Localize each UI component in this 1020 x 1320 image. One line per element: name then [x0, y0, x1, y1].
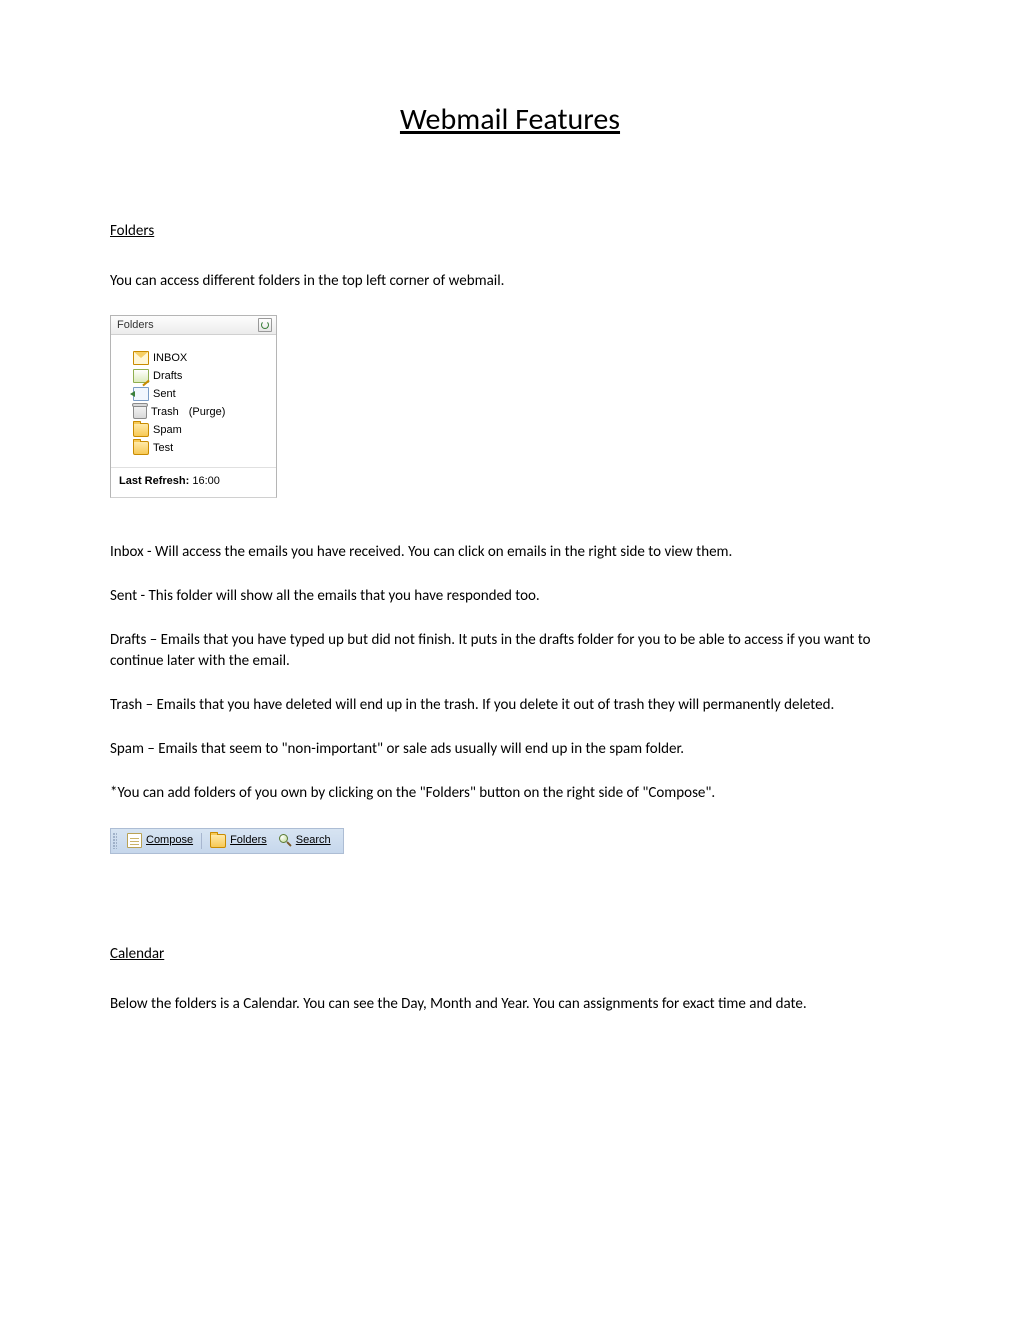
folder-sent[interactable]: Sent: [133, 385, 270, 403]
last-refresh: Last Refresh: 16:00: [111, 467, 276, 497]
drafts-icon: [133, 369, 149, 383]
toolbar-separator: [201, 833, 202, 849]
folders-panel: Folders INBOX Drafts Sent Trash (Purge): [110, 315, 277, 498]
folder-label: Test: [153, 439, 173, 457]
folder-icon: [133, 423, 149, 437]
folder-drafts[interactable]: Drafts: [133, 367, 270, 385]
folders-label: Folders: [230, 833, 267, 848]
folder-icon: [133, 441, 149, 455]
search-icon: [279, 834, 292, 847]
calendar-body: Below the folders is a Calendar. You can…: [110, 994, 910, 1014]
desc-trash: Trash – Emails that you have deleted wil…: [110, 695, 910, 715]
trash-purge-link[interactable]: (Purge): [189, 403, 226, 421]
folder-label: Sent: [153, 385, 176, 403]
desc-sent: Sent - This folder will show all the ema…: [110, 586, 910, 606]
section-folders-heading: Folders: [110, 221, 910, 241]
folders-intro: You can access different folders in the …: [110, 271, 910, 291]
folder-label: INBOX: [153, 349, 187, 367]
folders-panel-title: Folders: [117, 318, 154, 333]
toolbar: Compose Folders Search: [110, 828, 344, 854]
sent-icon: [133, 387, 149, 401]
compose-icon: [127, 833, 142, 848]
refresh-icon[interactable]: [258, 318, 272, 332]
folder-label: Spam: [153, 421, 182, 439]
folder-icon: [210, 834, 226, 848]
search-label: Search: [296, 833, 331, 848]
desc-inbox: Inbox - Will access the emails you have …: [110, 542, 910, 562]
search-button[interactable]: Search: [273, 833, 337, 848]
page-title: Webmail Features: [110, 100, 910, 141]
last-refresh-time: 16:00: [192, 475, 220, 487]
folder-label: Trash: [151, 403, 179, 421]
toolbar-gripper: [113, 833, 117, 849]
desc-drafts: Drafts – Emails that you have typed up b…: [110, 630, 910, 671]
section-calendar-heading: Calendar: [110, 944, 910, 964]
compose-label: Compose: [146, 833, 193, 848]
desc-add-folder-note: *You can add folders of you own by click…: [110, 783, 910, 803]
folder-trash[interactable]: Trash (Purge): [133, 403, 270, 421]
desc-spam: Spam – Emails that seem to "non-importan…: [110, 739, 910, 759]
folder-test[interactable]: Test: [133, 439, 270, 457]
folder-label: Drafts: [153, 367, 182, 385]
folder-inbox[interactable]: INBOX: [133, 349, 270, 367]
folder-spam[interactable]: Spam: [133, 421, 270, 439]
folders-button[interactable]: Folders: [204, 833, 273, 848]
inbox-icon: [133, 351, 149, 365]
last-refresh-label: Last Refresh:: [119, 475, 189, 487]
compose-button[interactable]: Compose: [121, 833, 199, 848]
trash-icon: [133, 405, 147, 419]
